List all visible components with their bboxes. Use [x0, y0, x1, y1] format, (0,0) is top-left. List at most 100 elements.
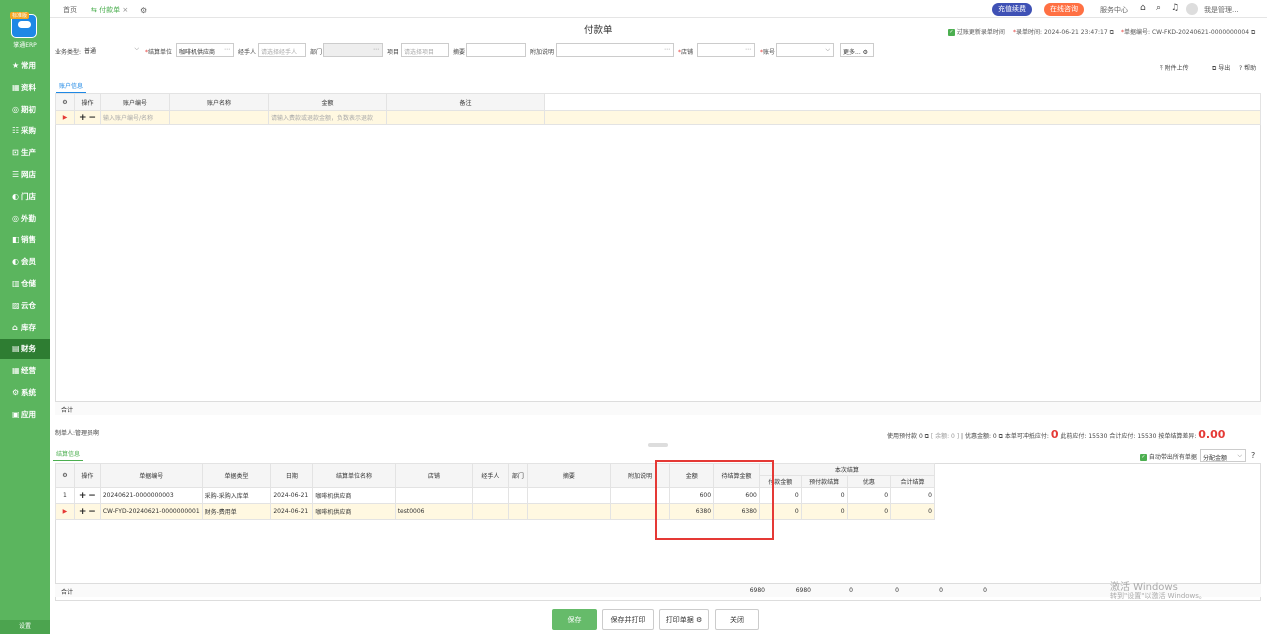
nav-icon: ⊡ [12, 148, 19, 158]
sidebar-item-7[interactable]: ◎ 外勤 [0, 209, 50, 229]
account-input[interactable]: 输入账户编号/名称 [100, 110, 170, 125]
table-row[interactable]: ▶ + − 输入账户编号/名称 请输入费款或退款金额，负数表示退款 [55, 110, 1261, 125]
sidebar-item-8[interactable]: ◧销售 [0, 230, 50, 250]
sidebar-item-13[interactable]: ▤财务 [0, 339, 50, 360]
settings-col[interactable]: ⚙ [55, 93, 75, 111]
col-op: 操作 [73, 463, 101, 488]
summary-field[interactable] [466, 43, 526, 57]
export-button[interactable]: ⧉ 导出 [1212, 63, 1230, 73]
service-center-link[interactable]: 服务中心 [1100, 3, 1128, 18]
sidebar-item-12[interactable]: ⌂ 库存 [0, 318, 50, 338]
recharge-button[interactable]: 充值续费 [992, 3, 1032, 16]
dept-field[interactable]: ⋯ [323, 43, 383, 57]
top-bar: 首页 ⇆ 付款单 × ⚙ 充值续费 在线咨询 服务中心 ⌂ ⌕ ♫ 我是管理..… [50, 0, 1267, 18]
nav-icon: ▨ [12, 300, 20, 310]
help-icon[interactable]: ? [1251, 451, 1255, 460]
settle-unit-field[interactable]: 咖啡机供应商 ⋯ [176, 43, 234, 57]
sidebar-item-label: 生产 [21, 148, 36, 158]
sidebar-item-5[interactable]: ☰ 网店 [0, 165, 50, 185]
settings-button[interactable]: 设置 [0, 620, 50, 634]
gear-icon: ⚙ [862, 49, 869, 56]
amount-input[interactable]: 请输入费款或退款金额，负数表示退款 [268, 110, 387, 125]
sidebar-item-16[interactable]: ▣应用 [0, 405, 50, 425]
user-menu[interactable]: 我是管理... [1204, 3, 1239, 18]
add-row-icon: + [78, 112, 87, 123]
shop-field[interactable]: ⋯ [697, 43, 755, 57]
gear-icon: ⚙ [695, 616, 703, 624]
settings-col[interactable]: ⚙ [55, 463, 75, 488]
prepaid-info: 使用预付款 0 ⧉ [ 余额: 0 ] | 优惠金额: 0 ⧉ 本单可冲抵应付:… [887, 428, 1226, 441]
tab-settle-info[interactable]: 结算信息 [53, 448, 84, 461]
sidebar-item-11[interactable]: ▨云仓 [0, 296, 50, 316]
sidebar-item-6[interactable]: ◐ 门店 [0, 187, 50, 207]
col-dept: 部门 [507, 463, 528, 488]
nav-icon: ☰ [12, 170, 20, 179]
gear-icon[interactable]: ⚙ [140, 3, 147, 18]
consult-button[interactable]: 在线咨询 [1044, 3, 1084, 16]
extra-field[interactable]: ⋯ [556, 43, 674, 57]
sidebar-item-label: 库存 [21, 322, 36, 332]
nav-icon: ▦ [12, 82, 20, 92]
row-actions[interactable]: + − [73, 487, 101, 504]
sidebar-item-1[interactable]: ▦资料 [0, 78, 50, 98]
distribute-select[interactable]: 分配金额 ⌵ [1200, 449, 1246, 462]
sidebar-item-14[interactable]: ▦经营 [0, 361, 50, 381]
row-actions[interactable]: + − [73, 503, 101, 520]
sidebar-item-label: 会员 [21, 257, 36, 267]
search-icon[interactable]: ⌕ [1156, 3, 1161, 13]
col-unit: 结算单位名称 [312, 463, 396, 488]
project-field[interactable]: 请选择项目 [401, 43, 449, 57]
chevron-down-icon: ⌵ [1237, 452, 1242, 459]
biz-type-select[interactable]: 普通 ⌵ [82, 43, 142, 57]
filter-update-toggle[interactable]: ✓ 过账更新录单时间 [948, 27, 1005, 36]
sidebar-item-label: 系统 [21, 388, 36, 397]
summary-label: 摘要 [453, 49, 466, 56]
close-tab-icon[interactable]: × [122, 6, 128, 14]
sidebar-item-3[interactable]: ☷ 采购 [0, 121, 50, 141]
nav-icon: ☷ [12, 126, 20, 136]
table-row[interactable]: 1 + − 20240621-0000000003 采购-采购入库单 2024-… [55, 487, 935, 504]
close-button[interactable]: 关闭 [715, 609, 759, 630]
tab-account-info[interactable]: 账户信息 [56, 80, 87, 93]
remove-row-icon: − [88, 506, 96, 517]
tab-payment[interactable]: ⇆ 付款单 × [91, 3, 128, 18]
bell-icon[interactable]: ♫ [1171, 3, 1179, 13]
nav-icon: ◎ [12, 213, 19, 223]
account-label: *账号 [760, 49, 776, 56]
splitter-handle[interactable] [648, 443, 668, 447]
chevron-down-icon: ⌵ [825, 46, 830, 53]
attach-upload-button[interactable]: ⤒ 附件上传 [1160, 63, 1189, 73]
sidebar-item-10[interactable]: ▥仓储 [0, 274, 50, 294]
tab-home[interactable]: 首页 [63, 3, 77, 18]
handler-field[interactable]: 请选择经手人 [258, 43, 306, 57]
nav-icon: ▦ [12, 366, 20, 376]
auto-fill-toggle[interactable]: ✓ 自动带出所有单据 [1140, 452, 1197, 461]
add-row-icon: + [78, 506, 87, 517]
settle-total-row: 合计 6980 6980 0 0 0 0 [55, 583, 1261, 597]
account-select[interactable]: ⌵ [776, 43, 834, 57]
more-icon: ⋯ [373, 46, 379, 53]
more-button[interactable]: 更多... ⚙ [840, 43, 874, 57]
home-icon[interactable]: ⌂ [1140, 3, 1146, 13]
col-date: 日期 [270, 463, 314, 488]
help-button[interactable]: ? 帮助 [1239, 63, 1256, 72]
sidebar-item-0[interactable]: ★ 常用 [0, 56, 50, 76]
checkbox-checked-icon: ✓ [1140, 454, 1147, 461]
sidebar-item-4[interactable]: ⊡ 生产 [0, 143, 50, 163]
save-button[interactable]: 保存 [552, 609, 597, 630]
save-print-button[interactable]: 保存并打印 [602, 609, 654, 630]
sidebar-item-label: 外勤 [21, 213, 36, 223]
col-remark: 备注 [386, 93, 545, 111]
avatar[interactable] [1186, 3, 1198, 15]
sidebar-item-label: 采购 [21, 126, 36, 136]
col-summary: 摘要 [526, 463, 611, 488]
sidebar-item-9[interactable]: ◐ 会员 [0, 252, 50, 272]
table-row[interactable]: ▶ + − CW-FYD-20240621-0000000001 财务-费用单 … [55, 503, 935, 520]
account-table-frame [55, 93, 1261, 415]
sidebar-item-15[interactable]: ⚙ 系统 [0, 383, 50, 403]
row-actions[interactable]: + − [74, 110, 101, 125]
sidebar-item-label: 网店 [21, 170, 36, 179]
sidebar-item-label: 应用 [21, 409, 36, 419]
sidebar-item-2[interactable]: ◎ 期初 [0, 100, 50, 120]
print-button[interactable]: 打印单据 ⚙ [659, 609, 709, 630]
